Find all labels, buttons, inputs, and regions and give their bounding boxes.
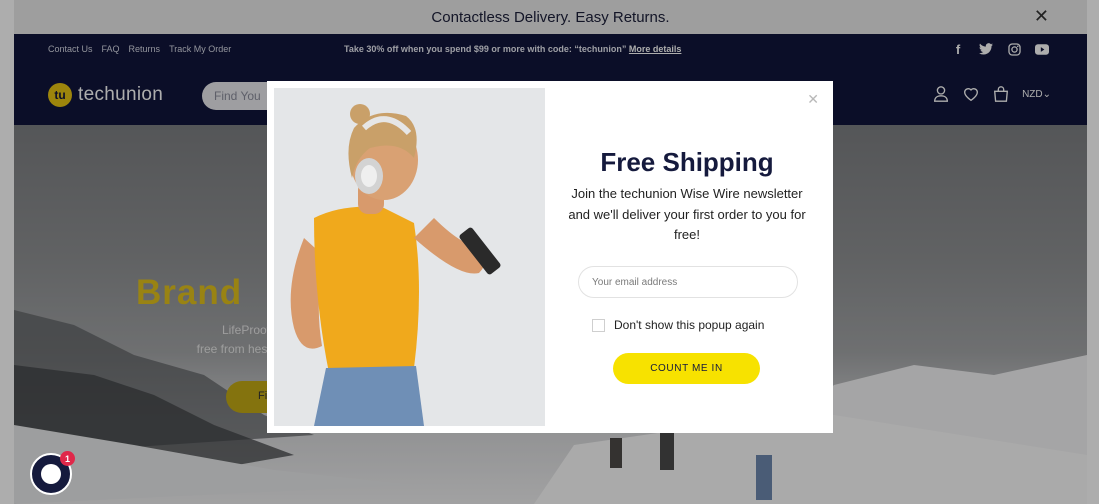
dont-show-again-label: Don't show this popup again — [614, 318, 765, 332]
newsletter-popup: ✕ Free Shipping Join the techunion Wise … — [267, 81, 833, 433]
chat-bubble-icon — [41, 464, 61, 484]
count-me-in-button[interactable]: COUNT ME IN — [613, 353, 760, 384]
popup-title: Free Shipping — [600, 147, 774, 177]
popup-description: Join the techunion Wise Wire newsletter … — [568, 186, 806, 242]
chat-notification-badge: 1 — [60, 451, 75, 466]
dont-show-again-checkbox[interactable] — [592, 318, 605, 332]
popup-close-icon[interactable]: ✕ — [807, 91, 819, 108]
dont-show-again-row[interactable]: Don't show this popup again — [592, 318, 764, 332]
page: Contactless Delivery. Easy Returns. ✕ Co… — [0, 0, 1099, 504]
email-input[interactable] — [578, 266, 798, 298]
popup-image — [274, 88, 545, 426]
